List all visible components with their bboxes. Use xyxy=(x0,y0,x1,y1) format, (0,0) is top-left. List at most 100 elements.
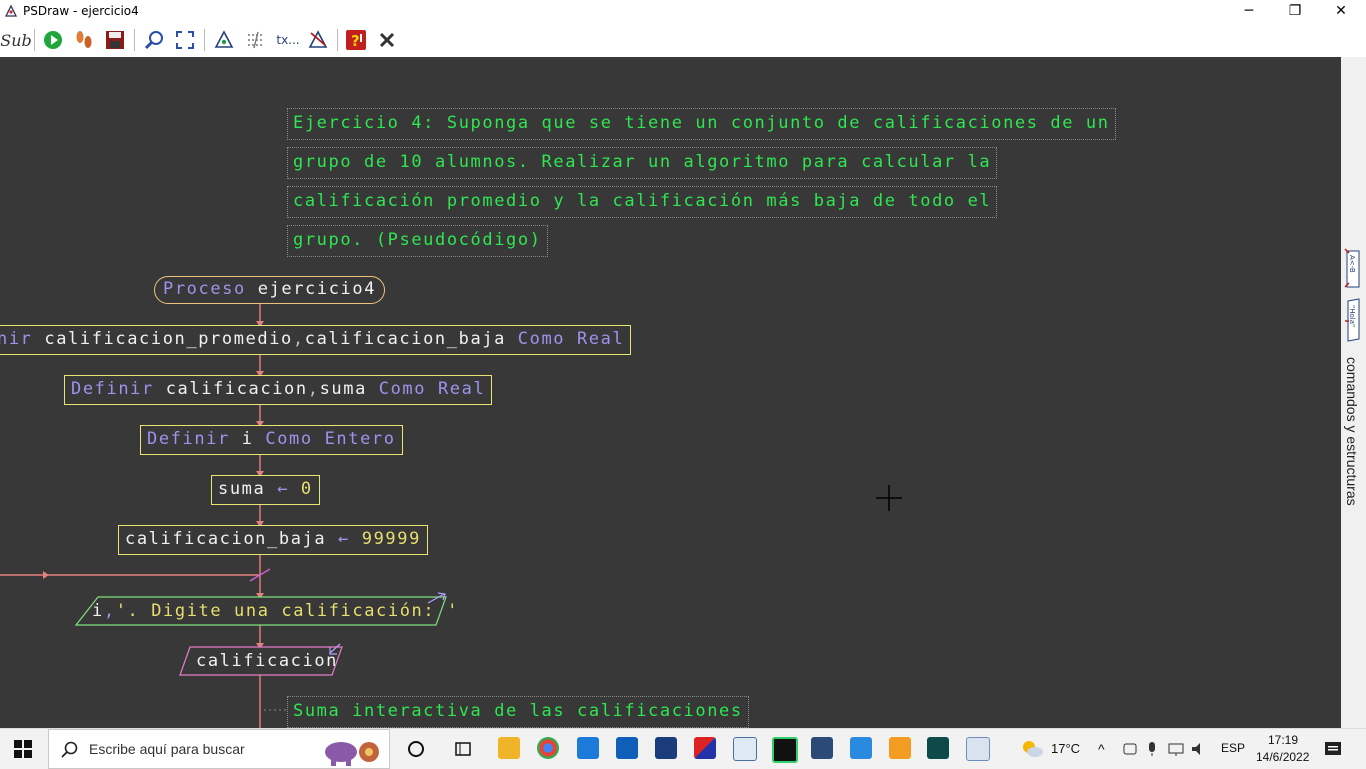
comment-line[interactable]: Suma interactiva de las calificaciones xyxy=(287,696,749,728)
type-keyword: Como Entero xyxy=(265,429,396,449)
close-button[interactable]: ✕ xyxy=(1318,0,1364,23)
office-app-icon[interactable] xyxy=(694,737,716,759)
clock-date[interactable]: 14/6/2022 xyxy=(1256,750,1309,764)
comment-line[interactable]: Ejercicio 4: Suponga que se tiene un con… xyxy=(287,108,1116,140)
variable-name: i xyxy=(241,429,254,449)
file-explorer-icon[interactable] xyxy=(498,737,520,759)
taskbar-search-box[interactable]: Escribe aquí para buscar xyxy=(48,729,390,769)
help-icon: ? xyxy=(346,30,366,50)
play-icon xyxy=(44,31,62,49)
meet-now-icon[interactable] xyxy=(1122,741,1138,757)
variable-name: calificacion xyxy=(196,651,339,671)
partly-cloudy-icon xyxy=(1023,741,1043,757)
type-keyword: Como Real xyxy=(378,379,486,399)
x-icon xyxy=(379,32,395,48)
step-button[interactable] xyxy=(71,27,97,53)
temperature: 17°C xyxy=(1051,741,1081,756)
title-bar: PSDraw - ejercicio4 ─ ❐ ✕ xyxy=(0,0,1366,23)
psdraw-app-icon xyxy=(4,4,18,17)
text-tool-button[interactable]: tx... xyxy=(274,27,302,53)
toolbar-separator xyxy=(34,29,35,51)
save-button[interactable] xyxy=(102,27,128,53)
pseint-icon[interactable] xyxy=(927,737,949,759)
variable-name: i xyxy=(92,601,104,621)
pycharm-icon[interactable] xyxy=(772,737,798,763)
mail-icon[interactable] xyxy=(577,737,599,759)
toolbar: Sub tx... ? xyxy=(0,23,1366,58)
comment-line[interactable]: grupo de 10 alumnos. Realizar un algorit… xyxy=(287,147,998,179)
variable-name: calificacion_baja xyxy=(125,529,327,549)
variable-name: suma xyxy=(319,379,367,399)
store-icon[interactable] xyxy=(616,737,638,759)
keyword-proceso: Proceso xyxy=(163,279,246,299)
run-button[interactable] xyxy=(40,27,66,53)
weather-widget[interactable] xyxy=(1020,739,1044,763)
chrome-icon[interactable] xyxy=(537,737,559,759)
define-node-3[interactable]: Definir i Como Entero xyxy=(140,425,403,455)
magnifier-icon xyxy=(144,31,163,50)
output-string: '. Digite una calificación: ' xyxy=(115,601,459,621)
start-button[interactable] xyxy=(14,740,32,762)
volume-icon[interactable] xyxy=(1190,741,1208,757)
language-indicator[interactable]: ESP xyxy=(1221,741,1245,755)
comment-line[interactable]: grupo. (Pseudocódigo) xyxy=(287,225,548,257)
zoom-button[interactable] xyxy=(141,27,167,53)
edit-shape-button[interactable] xyxy=(305,27,331,53)
assign-value: 99999 xyxy=(361,529,421,549)
sub-button[interactable]: Sub xyxy=(0,27,32,53)
search-placeholder: Escribe aquí para buscar xyxy=(89,741,245,757)
output-node[interactable]: i,'. Digite una calificación: ' xyxy=(92,598,459,624)
cortana-button[interactable] xyxy=(406,739,426,763)
assign-tab[interactable]: A<-B xyxy=(1343,247,1363,291)
write-tab-label: "Hola" xyxy=(1348,305,1356,328)
variable-name: calificacion xyxy=(165,379,308,399)
vscode-icon[interactable] xyxy=(850,737,872,759)
circle-icon xyxy=(408,741,424,757)
comments-toggle-button[interactable] xyxy=(243,27,269,53)
assign-arrow: ← xyxy=(277,479,290,499)
separator: , xyxy=(292,329,305,349)
fit-view-button[interactable] xyxy=(172,27,198,53)
help-button[interactable]: ? xyxy=(343,27,369,53)
diagram-canvas[interactable]: Ejercicio 4: Suponga que se tiene un con… xyxy=(0,57,1341,728)
dotted-lines-icon xyxy=(248,31,264,49)
variable-name: suma xyxy=(218,479,266,499)
write-tab[interactable]: "Hola" xyxy=(1343,297,1363,343)
expand-icon xyxy=(176,31,194,49)
toolbar-separator xyxy=(134,29,135,51)
toolbar-separator xyxy=(337,29,338,51)
psdraw-taskbar-icon[interactable] xyxy=(966,737,990,761)
separator: , xyxy=(103,601,116,621)
variable-name: calificacion_promedio xyxy=(44,329,293,349)
pencil-flow-icon xyxy=(308,30,328,48)
footsteps-icon xyxy=(76,31,92,48)
restore-button[interactable]: ❐ xyxy=(1272,0,1318,23)
assign-arrow: ← xyxy=(338,529,350,549)
assign-node-suma[interactable]: suma ← 0 xyxy=(211,475,320,505)
define-node-1[interactable]: nir calificacion_promedio,calificacion_b… xyxy=(0,325,632,355)
side-panel-label: comandos y estructuras xyxy=(1344,357,1360,506)
sublime-icon[interactable] xyxy=(889,737,911,759)
process-start-node[interactable]: Proceso ejercicio4 xyxy=(154,276,386,304)
assign-value: 0 xyxy=(300,479,313,499)
separator: , xyxy=(307,379,320,399)
comment-line[interactable]: calificación promedio y la calificación … xyxy=(287,186,998,218)
network-tool-icon[interactable] xyxy=(811,737,833,759)
microphone-icon[interactable] xyxy=(1145,741,1159,757)
input-node[interactable]: calificacion xyxy=(196,648,338,674)
clock-time[interactable]: 17:19 xyxy=(1268,733,1298,747)
keyword-definir: nir xyxy=(0,329,33,349)
notifications-icon[interactable] xyxy=(1324,740,1342,758)
flowchart-style-button[interactable] xyxy=(211,27,237,53)
task-view-button[interactable] xyxy=(453,739,473,763)
document-app-icon[interactable] xyxy=(733,737,757,761)
minimize-button[interactable]: ─ xyxy=(1226,0,1272,23)
close-diagram-button[interactable] xyxy=(374,27,400,53)
commands-side-panel[interactable]: A<-B "Hola" comandos y estructuras xyxy=(1341,57,1366,728)
assign-node-calificacion-baja[interactable]: calificacion_baja ← 99999 xyxy=(118,525,428,555)
devcpp-icon[interactable] xyxy=(655,737,677,759)
network-icon[interactable] xyxy=(1167,741,1185,757)
crosshair-cursor-icon xyxy=(876,485,902,511)
define-node-2[interactable]: Definir calificacion,suma Como Real xyxy=(64,375,493,405)
chevron-up-icon[interactable]: ^ xyxy=(1098,741,1105,757)
